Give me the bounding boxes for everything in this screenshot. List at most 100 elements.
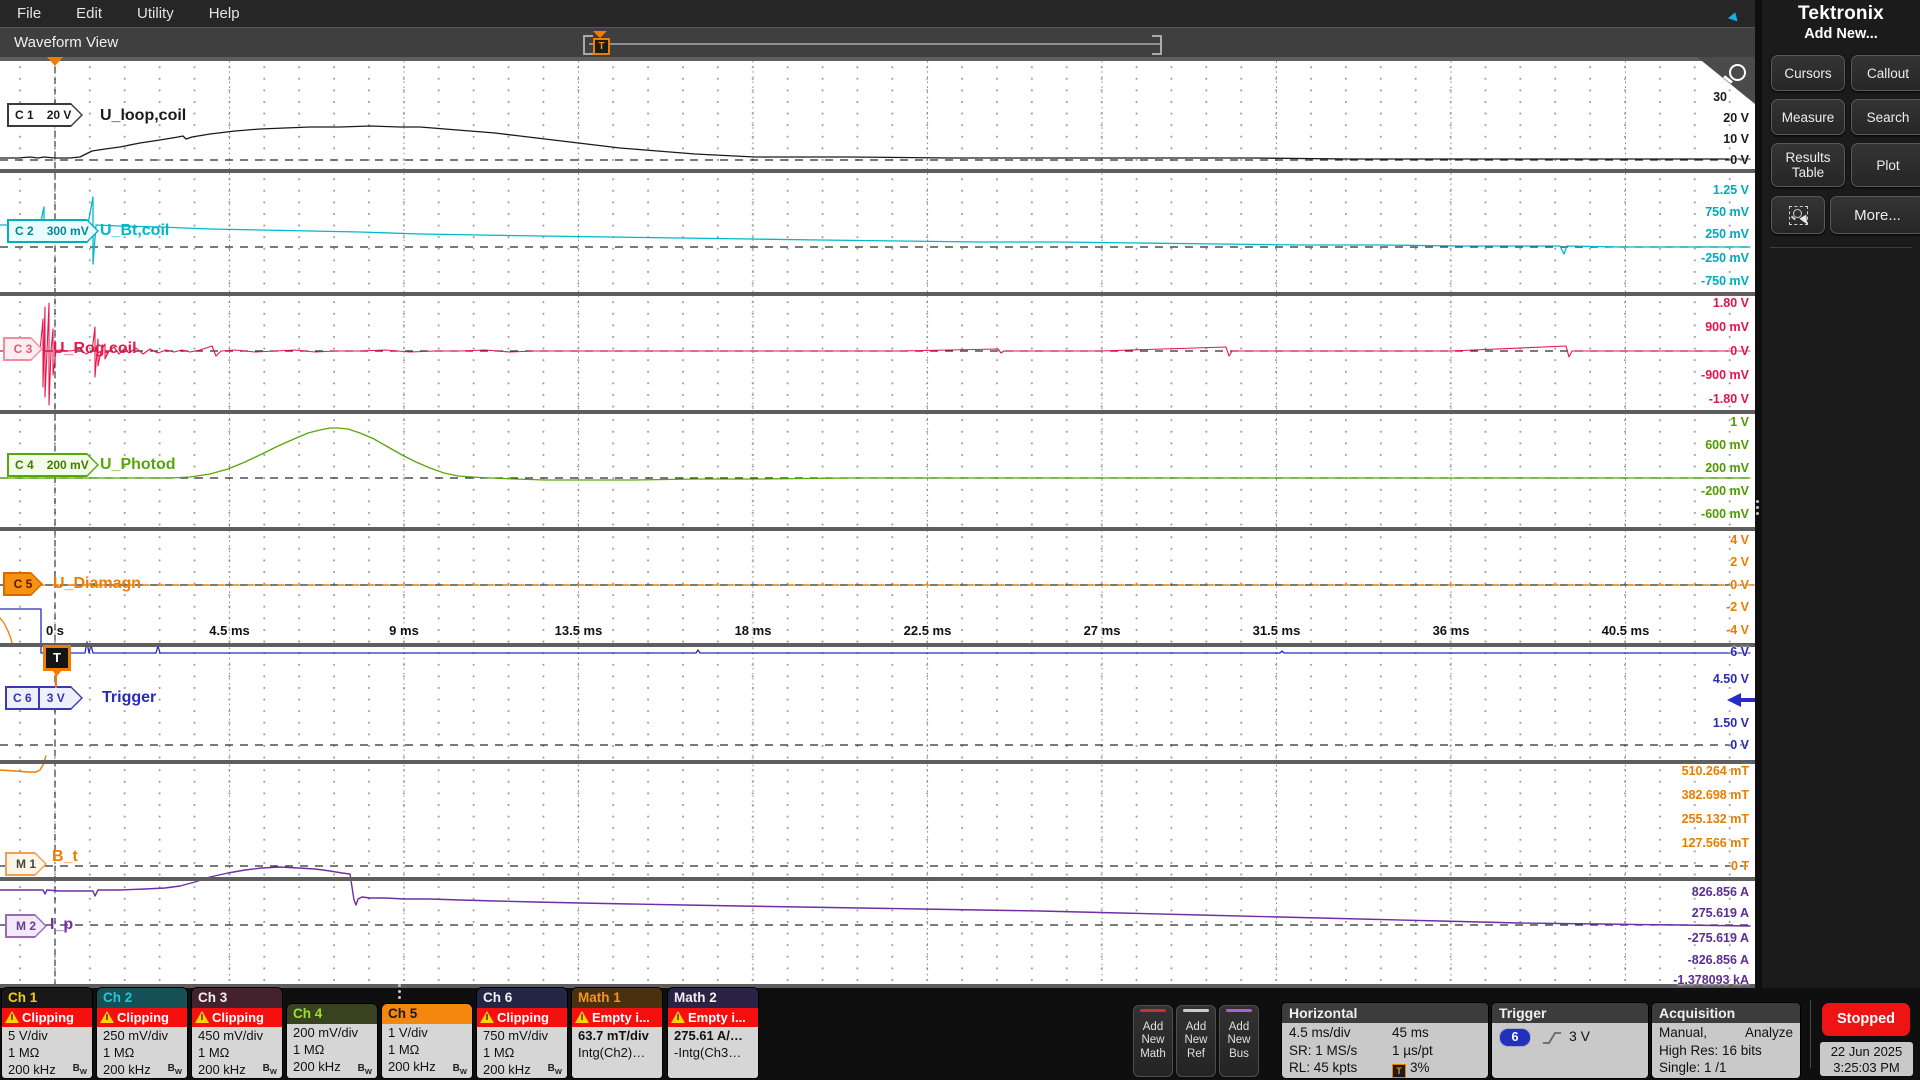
time-axis-label: 31.5 ms: [1253, 622, 1301, 639]
channel-label-i-p[interactable]: I_p: [50, 916, 73, 934]
card-header: Ch 2: [97, 988, 187, 1008]
channel-card-ch6[interactable]: Ch 6Clipping750 mV/div1 MΩ200 kHzBW: [477, 988, 567, 1078]
add-new-bus-button[interactable]: AddNewBus: [1219, 1005, 1259, 1077]
panel-button-plot[interactable]: Plot: [1851, 143, 1920, 187]
bar-splitter-handle[interactable]: [398, 981, 402, 1002]
panel-button-results-table[interactable]: Results Table: [1771, 143, 1845, 187]
add-new-math-button[interactable]: AddNewMath: [1133, 1005, 1173, 1077]
horizontal-cell: SR: 1 MS/s: [1289, 1042, 1392, 1060]
panel-button-callout[interactable]: Callout: [1851, 55, 1920, 91]
channel-badge-scale: 200 mV: [40, 458, 101, 472]
horizontal-row: RL: 45 kptsT3%: [1289, 1059, 1481, 1078]
acquisition-analyze: Analyze: [1745, 1024, 1793, 1042]
card-setting-row: 5 V/div: [8, 1028, 92, 1045]
channel-label-u-diamagn[interactable]: U_Diamagn: [53, 575, 141, 593]
run-stop-button[interactable]: Stopped: [1822, 1003, 1910, 1036]
scale-tick-label: 1.50 V: [1713, 715, 1749, 731]
scale-tick-label: 1.80 V: [1713, 295, 1749, 311]
card-alert-text: Clipping: [117, 1010, 169, 1025]
menu-bar: File Edit Utility Help: [0, 0, 1755, 27]
time-axis-label: 27 ms: [1084, 622, 1121, 639]
channel-badge-id: C 4: [9, 458, 40, 472]
scale-tick-label: 900 mV: [1705, 319, 1749, 335]
horizontal-cell: 1 µs/pt: [1392, 1042, 1433, 1060]
scale-tick-label: 6 V: [1730, 644, 1749, 660]
channel-badge-c6[interactable]: C 63 V: [5, 686, 83, 710]
card-setting-row: 1 MΩ: [198, 1045, 282, 1062]
channel-label-u-bt-coil[interactable]: U_Bt,coil: [100, 222, 169, 240]
card-setting-row: Intg(Ch2)…: [578, 1045, 662, 1062]
date-time-box[interactable]: 22 Jun 2025 3:25:03 PM: [1820, 1042, 1913, 1076]
bandwidth-limit-icon: BW: [358, 1063, 372, 1076]
card-header: Math 1: [572, 988, 662, 1008]
channel-badge-scale: 3 V: [40, 691, 77, 705]
channel-card-ch2[interactable]: Ch 2Clipping250 mV/div1 MΩ200 kHzBW: [97, 988, 187, 1078]
channel-card-ch4[interactable]: Ch 4200 mV/div1 MΩ200 kHzBW: [287, 1004, 377, 1078]
slice-divider-5: [0, 643, 1755, 647]
panel-button-search[interactable]: Search: [1851, 99, 1920, 135]
menu-item-edit[interactable]: Edit: [76, 5, 102, 22]
trace-c3-u-rog-coil: [0, 303, 1750, 405]
time-axis-label: 22.5 ms: [904, 622, 952, 639]
acquisition-mode: Manual,: [1659, 1024, 1707, 1042]
time-axis-label: 13.5 ms: [555, 622, 603, 639]
card-alert-badge: Clipping: [477, 1008, 567, 1027]
scale-tick-label: 0 V: [1730, 737, 1749, 753]
waveform-view-tab[interactable]: Waveform View: [0, 27, 1755, 57]
trigger-settings-panel[interactable]: Trigger63 V: [1492, 1003, 1648, 1078]
horizontal-panel[interactable]: Horizontal4.5 ms/div45 msSR: 1 MS/s1 µs/…: [1282, 1003, 1488, 1078]
scale-tick-label: 1.25 V: [1713, 182, 1749, 198]
scale-tick-label: 826.856 A: [1692, 884, 1749, 900]
panel-button-cursors[interactable]: Cursors: [1771, 55, 1845, 91]
bandwidth-limit-icon: BW: [73, 1063, 87, 1076]
oscilloscope-screen: FileEditUtilityHelp Waveform View T 3020…: [0, 0, 1920, 1080]
scale-tick-label: -2 V: [1726, 599, 1749, 615]
channel-card-ch5[interactable]: Ch 51 V/div1 MΩ200 kHzBW: [382, 1004, 472, 1078]
channel-badge-c4[interactable]: C 4200 mV: [7, 453, 99, 477]
trace-m2-i-p: [0, 867, 1750, 926]
slice-divider-3: [0, 410, 1755, 414]
channel-badge-c1[interactable]: C 120 V: [7, 103, 83, 127]
panel-button-measure[interactable]: Measure: [1771, 99, 1845, 135]
waveform-plot-area[interactable]: 3020 V10 V0 V1.25 V750 mV250 mV-250 mV-7…: [0, 57, 1755, 988]
channel-card-math2[interactable]: Math 2Empty i...275.61 A/…-Intg(Ch3…: [668, 988, 758, 1078]
acquisition-row: Manual, Analyze: [1659, 1024, 1793, 1042]
channel-label-u-photod[interactable]: U_Photod: [100, 456, 176, 474]
scale-tick-label: -826.856 A: [1688, 952, 1749, 968]
card-body: 750 mV/div1 MΩ200 kHzBW: [477, 1027, 567, 1078]
channel-badge-c3[interactable]: C 3: [3, 337, 43, 361]
panel-splitter-handle[interactable]: [1756, 497, 1760, 518]
channel-badge-c5[interactable]: C 5: [3, 572, 43, 596]
channel-label-u-rog-coil[interactable]: U_Rog,coil: [53, 340, 137, 358]
channel-card-math1[interactable]: Math 1Empty i...63.7 mT/divIntg(Ch2)…: [572, 988, 662, 1078]
rising-edge-icon: [1541, 1030, 1563, 1046]
zoom-selection-icon: [1785, 202, 1811, 228]
horizontal-cell: T3%: [1392, 1059, 1430, 1078]
time-label: 3:25:03 PM: [1820, 1060, 1913, 1076]
scale-tick-label: 0 V: [1730, 152, 1749, 168]
channel-badge-m1[interactable]: M 1: [5, 852, 47, 876]
record-trigger-marker[interactable]: T: [593, 38, 610, 55]
menu-item-utility[interactable]: Utility: [137, 5, 174, 22]
acquisition-panel[interactable]: AcquisitionManual,AnalyzeHigh Res: 16 bi…: [1652, 1003, 1800, 1078]
menu-item-file[interactable]: File: [17, 5, 41, 22]
menu-item-help[interactable]: Help: [209, 5, 240, 22]
trigger-level-arrow[interactable]: [1727, 693, 1755, 707]
channel-label-b-t[interactable]: B_t: [52, 848, 78, 866]
add-new-ref-button[interactable]: AddNewRef: [1176, 1005, 1216, 1077]
channel-badge-m2[interactable]: M 2: [5, 914, 47, 938]
channel-card-ch3[interactable]: Ch 3Clipping450 mV/div1 MΩ200 kHzBW: [192, 988, 282, 1078]
horizontal-cell: 45 ms: [1392, 1024, 1429, 1042]
channel-label-trigger[interactable]: Trigger: [102, 689, 156, 707]
zoom-selection-button[interactable]: [1771, 196, 1825, 234]
trigger-panel-body: 63 V: [1492, 1023, 1648, 1078]
scale-tick-label: -1.378093 kA: [1673, 972, 1749, 988]
horizontal-cell: 4.5 ms/div: [1289, 1024, 1392, 1042]
channel-card-ch1[interactable]: Ch 1Clipping5 V/div1 MΩ200 kHzBW: [2, 988, 92, 1078]
trace-m1-b-t: [0, 756, 46, 772]
channel-label-u-loop-coil[interactable]: U_loop,coil: [100, 107, 186, 125]
more-button[interactable]: More...: [1830, 196, 1920, 234]
card-setting-row: 1 MΩ: [483, 1045, 567, 1062]
card-header: Ch 5: [382, 1004, 472, 1024]
channel-badge-c2[interactable]: C 2300 mV: [7, 219, 99, 243]
